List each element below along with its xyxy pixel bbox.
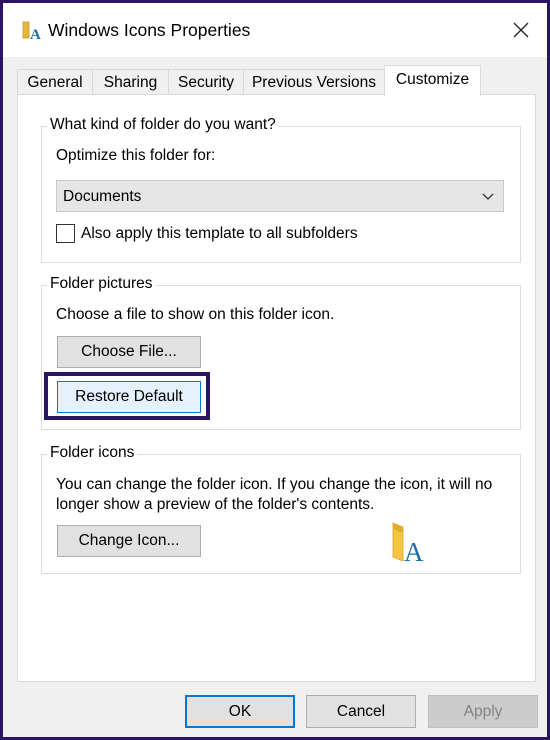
folder-pictures-group-title: Folder pictures (47, 275, 156, 293)
optimize-dropdown-value: Documents (63, 188, 142, 205)
tab-previous-versions[interactable]: Previous Versions (243, 69, 385, 94)
folder-icon: A (22, 21, 41, 41)
tab-strip: General Sharing Security Previous Versio… (17, 65, 537, 96)
customize-panel: What kind of folder do you want? Optimiz… (17, 94, 536, 682)
folder-icons-description-line-2: longer show a preview of the folder's co… (56, 496, 375, 513)
folder-icons-description-line-1: You can change the folder icon. If you c… (56, 476, 493, 493)
apply-subfolders-checkbox[interactable] (56, 224, 75, 243)
window-title: Windows Icons Properties (48, 20, 251, 40)
tab-sharing[interactable]: Sharing (92, 69, 169, 94)
folder-type-group-title: What kind of folder do you want? (47, 116, 279, 134)
svg-text:A: A (404, 537, 424, 565)
highlight-box (44, 372, 210, 420)
title-bar: A Windows Icons Properties (3, 3, 547, 57)
chevron-down-icon (482, 193, 494, 200)
folder-pictures-description: Choose a file to show on this folder ico… (56, 306, 335, 323)
properties-window: A Windows Icons Properties General Shari… (3, 3, 547, 737)
folder-icons-group-title: Folder icons (47, 444, 138, 462)
choose-file-button[interactable]: Choose File... (57, 336, 201, 368)
cancel-button[interactable]: Cancel (306, 695, 416, 728)
tab-general[interactable]: General (17, 69, 93, 94)
ok-button[interactable]: OK (185, 695, 295, 728)
optimize-dropdown[interactable]: Documents (56, 180, 504, 212)
tab-security[interactable]: Security (168, 69, 244, 94)
change-icon-button[interactable]: Change Icon... (57, 525, 201, 557)
close-icon (513, 22, 529, 38)
tab-customize[interactable]: Customize (384, 65, 481, 96)
dialog-footer: OK Cancel Apply (3, 683, 547, 737)
svg-text:A: A (30, 27, 41, 41)
apply-subfolders-label[interactable]: Also apply this template to all subfolde… (81, 225, 358, 243)
close-button[interactable] (503, 13, 539, 47)
apply-button[interactable]: Apply (428, 695, 538, 728)
optimize-label: Optimize this folder for: (56, 147, 216, 164)
folder-with-a-icon: A (392, 522, 424, 565)
